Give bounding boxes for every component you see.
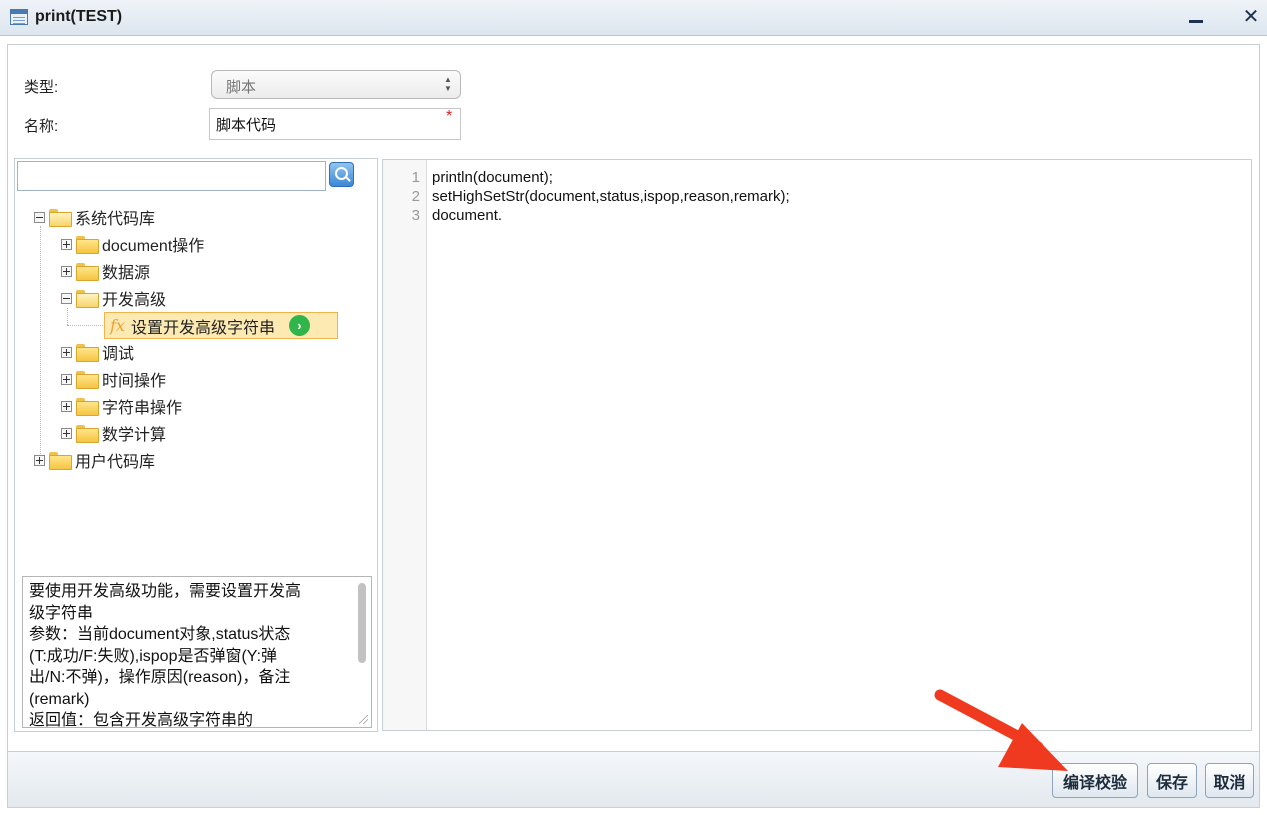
tree-node-label: 调试 (102, 346, 135, 363)
resize-grip-icon[interactable] (359, 715, 368, 724)
tree-node-label: 系统代码库 (75, 211, 156, 228)
name-input[interactable] (209, 108, 461, 140)
folder-open-icon (49, 209, 72, 227)
table-icon (10, 9, 28, 25)
function-description-textarea[interactable]: 要使用开发高级功能，需要设置开发高 级字符串 参数：当前document对象,s… (22, 576, 372, 728)
folder-icon (49, 452, 72, 470)
folder-icon (76, 344, 99, 362)
tree-node-advanced[interactable]: 开发高级 (61, 287, 166, 309)
tree-node-label: 开发高级 (102, 292, 167, 309)
line-number: 2 (411, 188, 420, 205)
tree-leaf-set-advanced-string[interactable]: fx 设置开发高级字符串 › (104, 312, 338, 339)
tree-node-debug[interactable]: 调试 (61, 341, 134, 363)
code-line: println(document); (432, 169, 553, 186)
cancel-button[interactable]: 取消 (1205, 763, 1254, 798)
tree-node-string[interactable]: 字符串操作 (61, 395, 182, 417)
description-line: 级字符串 (29, 604, 94, 622)
tree-search-input[interactable] (17, 161, 326, 191)
expand-icon[interactable] (61, 400, 72, 412)
description-line: 要使用开发高级功能，需要设置开发高 (29, 583, 302, 600)
description-scrollbar[interactable] (358, 583, 366, 663)
close-button[interactable]: ✕ (1237, 4, 1265, 30)
type-label: 类型: (24, 79, 59, 96)
tree-node-datasource[interactable]: 数据源 (61, 260, 150, 282)
description-line: 参数：当前document对象,status状态 (29, 626, 291, 643)
search-button[interactable] (329, 162, 354, 187)
expand-icon[interactable] (61, 238, 72, 250)
tree-node-time[interactable]: 时间操作 (61, 368, 166, 390)
tree-node-label: 时间操作 (102, 373, 167, 390)
line-number: 1 (411, 169, 420, 186)
tree-node-math[interactable]: 数学计算 (61, 422, 166, 444)
expand-icon[interactable] (61, 346, 72, 358)
tree-root-user[interactable]: 用户代码库 (34, 449, 155, 471)
description-line: (remark) (29, 690, 90, 708)
function-icon: fx (110, 316, 125, 335)
select-arrows-icon: ▲ ▼ (444, 75, 452, 93)
window-title: print(TEST) (35, 8, 123, 25)
description-text: 要使用开发高级功能，需要设置开发高 级字符串 参数：当前document对象,s… (29, 581, 351, 728)
expand-icon[interactable] (61, 265, 72, 277)
tree-node-label: document操作 (102, 238, 205, 255)
folder-icon (76, 425, 99, 443)
description-line: 出/N:不弹)，操作原因(reason)，备注 (29, 669, 291, 686)
expand-icon[interactable] (61, 427, 72, 439)
code-editor[interactable]: 1 2 3 println(document); setHighSetStr(d… (382, 159, 1252, 731)
expand-icon[interactable] (34, 454, 45, 466)
required-mark: * (446, 108, 453, 125)
folder-icon (76, 263, 99, 281)
description-line: (T:成功/F:失败),ispop是否弹窗(Y:弹 (29, 647, 278, 665)
type-select-value: 脚本 (226, 79, 257, 96)
tree-root-system[interactable]: 系统代码库 (34, 206, 155, 228)
code-line: setHighSetStr(document,status,ispop,reas… (432, 188, 790, 205)
line-number-gutter: 1 2 3 (383, 160, 427, 730)
close-icon: ✕ (1242, 6, 1260, 28)
tree-node-label: 字符串操作 (102, 400, 183, 417)
annotation-arrow-icon (934, 689, 1068, 771)
minimize-icon (1189, 20, 1203, 23)
tree-node-label: 数学计算 (102, 427, 167, 444)
insert-arrow-icon[interactable]: › (288, 315, 310, 336)
tree-node-label: 用户代码库 (75, 454, 156, 471)
type-select[interactable]: 脚本 ▲ ▼ (211, 70, 461, 99)
code-line: document. (432, 207, 503, 224)
save-button[interactable]: 保存 (1147, 763, 1197, 798)
folder-icon (76, 236, 99, 254)
tree-node-label: 数据源 (102, 265, 151, 282)
line-number: 3 (411, 207, 420, 224)
collapse-icon[interactable] (61, 292, 72, 304)
tree-leaf-label: 设置开发高级字符串 (130, 319, 275, 337)
minimize-button[interactable] (1182, 4, 1210, 30)
description-line: 返回值：包含开发高级字符串的 (29, 712, 254, 728)
window-titlebar: print(TEST) ✕ (0, 0, 1267, 36)
folder-icon (76, 398, 99, 416)
tree-node-document[interactable]: document操作 (61, 233, 204, 255)
folder-icon (76, 371, 99, 389)
name-label: 名称: (24, 118, 59, 135)
expand-icon[interactable] (61, 373, 72, 385)
folder-open-icon (76, 290, 99, 308)
collapse-icon[interactable] (34, 211, 45, 223)
